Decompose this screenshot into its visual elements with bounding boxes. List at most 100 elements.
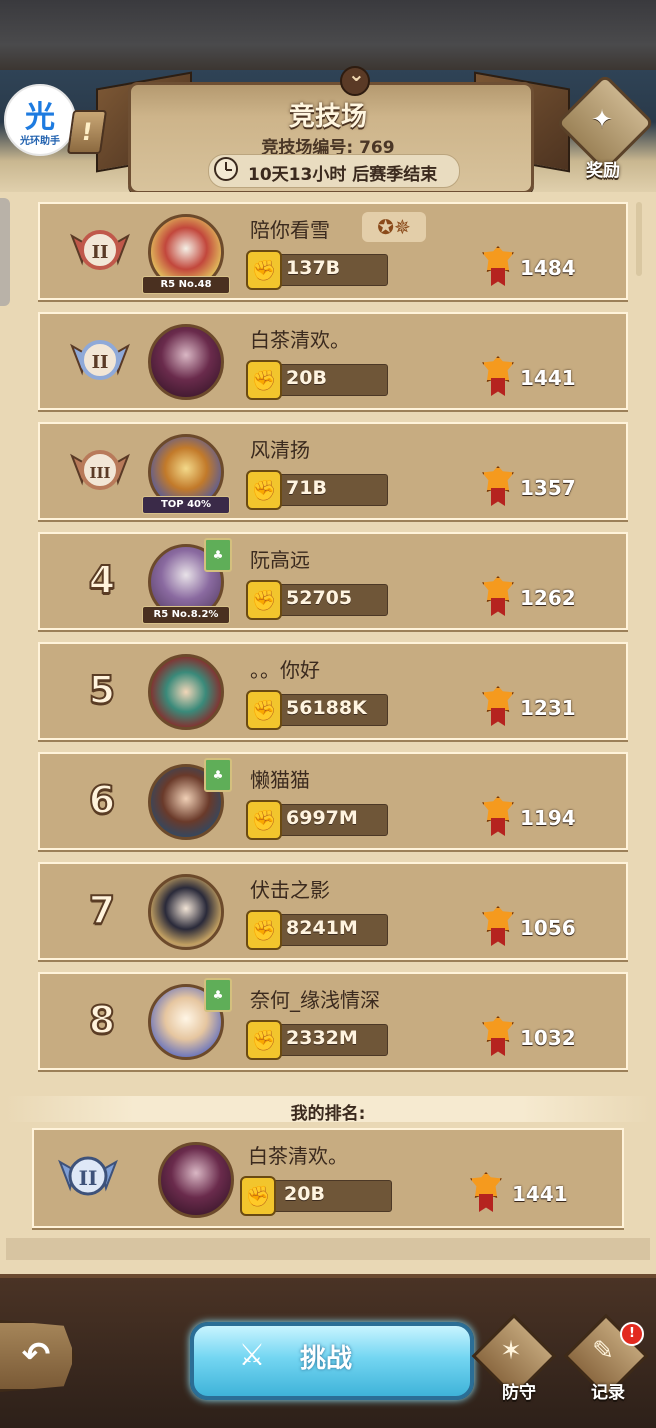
medal-icon xyxy=(482,356,514,396)
avatar[interactable] xyxy=(148,874,224,950)
vip-level-icon: ♣ xyxy=(204,758,232,792)
fist-icon: ✊ xyxy=(246,250,282,290)
player-name: 风清扬 xyxy=(250,438,310,462)
player-tag: R5 No.48 xyxy=(142,276,230,294)
ranking-row[interactable]: III TOP 40% 风清扬 ✊ 71B 1357 xyxy=(38,422,628,520)
fist-icon: ✊ xyxy=(240,1176,276,1216)
score-value: 1032 xyxy=(520,1026,576,1050)
fist-icon: ✊ xyxy=(246,800,282,840)
top-background xyxy=(0,0,656,75)
medal-icon xyxy=(482,1016,514,1056)
power-value: 20B xyxy=(286,367,327,389)
player-tag: R5 No.8.2% xyxy=(142,606,230,624)
rank-number: 7 xyxy=(88,887,116,933)
season-remaining-text: 10天13小时 后赛季结束 xyxy=(248,165,438,185)
player-name: 白茶清欢。 xyxy=(248,1144,348,1168)
score-value: 1441 xyxy=(512,1182,568,1206)
player-name: 伏击之影 xyxy=(250,878,330,902)
fist-icon: ✊ xyxy=(246,580,282,620)
medal-icon xyxy=(482,466,514,506)
player-name: 阮高远 xyxy=(250,548,310,572)
collapse-arrow-icon[interactable] xyxy=(340,62,370,96)
rank-number: 4 xyxy=(88,557,116,603)
power-value: 137B xyxy=(286,257,341,279)
my-rank-row[interactable]: II 白茶清欢。 ✊ 20B 1441 xyxy=(32,1128,624,1228)
player-name: 白茶清欢。 xyxy=(250,328,350,352)
score-value: 1484 xyxy=(520,256,576,280)
fist-icon: ✊ xyxy=(246,690,282,730)
list-scrollbar[interactable] xyxy=(636,202,642,276)
medal-icon xyxy=(482,576,514,616)
power-value: 8241M xyxy=(286,917,358,939)
fist-icon: ✊ xyxy=(246,470,282,510)
panel-bottom-band xyxy=(6,1238,650,1260)
rank-number: 5 xyxy=(88,667,116,713)
reward-icon: ✦ xyxy=(591,105,613,135)
ranking-row[interactable]: 5 。。你好 ✊ 56188K 1231 xyxy=(38,642,628,740)
avatar[interactable] xyxy=(158,1142,234,1218)
power-value: 20B xyxy=(284,1183,325,1205)
rank-tier-badge-icon: II xyxy=(70,230,130,270)
fist-icon: ✊ xyxy=(246,1020,282,1060)
crossed-swords-icon: ⚔ xyxy=(238,1338,266,1373)
clock-icon xyxy=(214,157,238,181)
avatar[interactable] xyxy=(148,654,224,730)
ranking-row[interactable]: 6 ♣ 懒猫猫 ✊ 6997M 1194 xyxy=(38,752,628,850)
vip-level-icon: ♣ xyxy=(204,538,232,572)
reward-label: 奖励 xyxy=(586,161,620,181)
player-name: 。。你好 xyxy=(250,658,320,682)
logo-char: 光 xyxy=(25,100,55,135)
record-scroll-icon: ✎ xyxy=(592,1336,614,1366)
player-tag: TOP 40% xyxy=(142,496,230,514)
rank-number: 6 xyxy=(88,777,116,823)
power-value: 56188K xyxy=(286,697,367,719)
side-drawer-handle[interactable] xyxy=(0,198,10,306)
fist-icon: ✊ xyxy=(246,360,282,400)
vip-level-icon: ♣ xyxy=(204,978,232,1012)
info-alert-icon[interactable]: ! xyxy=(66,110,108,154)
svg-text:II: II xyxy=(79,1166,98,1190)
record-label: 记录 xyxy=(591,1383,625,1403)
medal-icon xyxy=(482,796,514,836)
power-value: 6997M xyxy=(286,807,358,829)
challenge-label: 挑战 xyxy=(300,1344,353,1374)
rank-tier-badge-icon: II xyxy=(58,1156,118,1196)
svg-text:III: III xyxy=(89,464,110,482)
my-rank-label: 我的排名: xyxy=(290,1104,366,1124)
power-value: 52705 xyxy=(286,587,353,609)
score-value: 1441 xyxy=(520,366,576,390)
score-value: 1056 xyxy=(520,916,576,940)
score-value: 1194 xyxy=(520,806,576,830)
rank-number: 8 xyxy=(88,997,116,1043)
power-value: 2332M xyxy=(286,1027,358,1049)
ranking-row[interactable]: 8 ♣ 奈何_缘浅情深 ✊ 2332M 1032 xyxy=(38,972,628,1070)
ranking-row[interactable]: 4 R5 No.8.2% ♣ 阮高远 ✊ 52705 1262 xyxy=(38,532,628,630)
ranking-row[interactable]: 7 伏击之影 ✊ 8241M 1056 xyxy=(38,862,628,960)
medal-icon xyxy=(482,686,514,726)
fist-icon: ✊ xyxy=(246,910,282,950)
back-arrow-icon[interactable]: ↶ xyxy=(0,1320,75,1392)
power-value: 71B xyxy=(286,477,327,499)
ranking-row[interactable]: II R5 No.48 陪你看雪 ✪✵ ✊ 137B 1484 xyxy=(38,202,628,300)
defense-icon: ✶ xyxy=(500,1336,522,1366)
rank-tier-badge-icon: II xyxy=(70,340,130,380)
notification-badge: ! xyxy=(620,1322,644,1346)
medal-icon xyxy=(482,246,514,286)
player-name: 懒猫猫 xyxy=(250,768,310,792)
defense-label: 防守 xyxy=(502,1383,536,1403)
svg-text:II: II xyxy=(92,352,109,373)
score-value: 1357 xyxy=(520,476,576,500)
score-value: 1231 xyxy=(520,696,576,720)
player-name: 奈何_缘浅情深 xyxy=(250,988,380,1012)
logo-subtitle: 光环助手 xyxy=(20,136,60,147)
score-value: 1262 xyxy=(520,586,576,610)
medal-icon xyxy=(470,1172,502,1212)
svg-text:II: II xyxy=(92,242,109,263)
app-logo[interactable]: 光 光环助手 xyxy=(4,84,76,156)
medal-icon xyxy=(482,906,514,946)
ranking-row[interactable]: II 白茶清欢。 ✊ 20B 1441 xyxy=(38,312,628,410)
rank-tier-badge-icon: III xyxy=(70,450,130,490)
player-name: 陪你看雪 xyxy=(250,218,330,242)
avatar[interactable] xyxy=(148,324,224,400)
title-badges-icon: ✪✵ xyxy=(362,212,426,242)
